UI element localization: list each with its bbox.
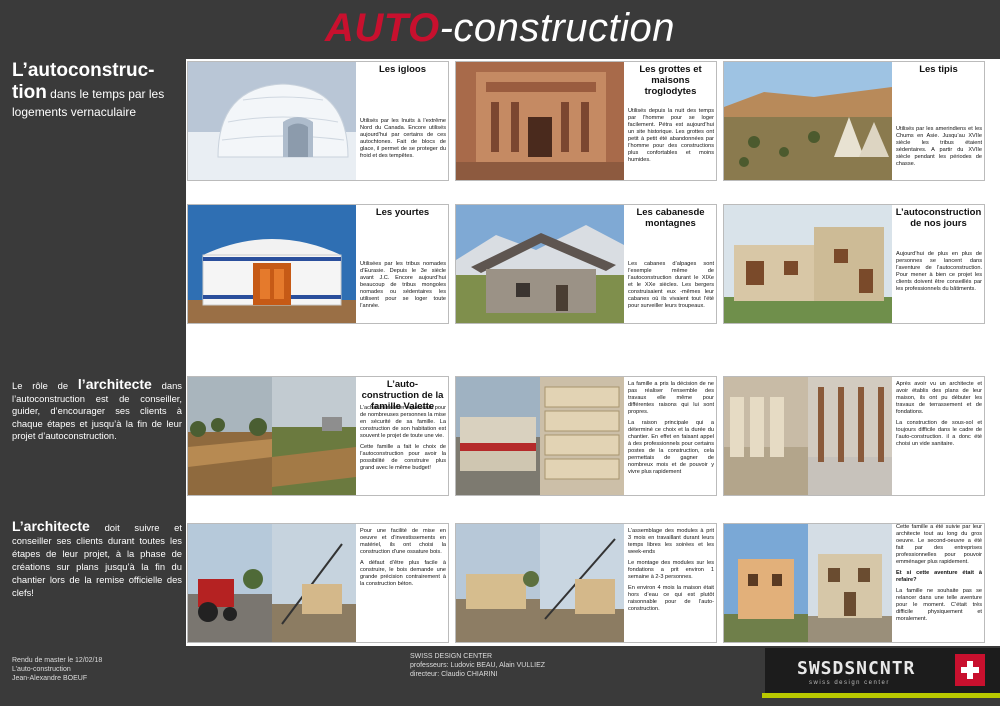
card-suivie: Cette famille a été suivie par leur arch… (723, 523, 985, 643)
grottes-text: Les grottes et maisons troglodytes Utili… (626, 62, 716, 180)
decision-text: La famille a pris la décision de ne pas … (626, 377, 716, 495)
maison-finie-photo (724, 524, 808, 642)
ossature-body: Pour une facilité de mise en oeuvre et d… (360, 528, 446, 592)
footer-director: directeur: Claudio CHIARINI (410, 671, 498, 678)
suivie-p2: La famille ne souhaite pas se relancer d… (896, 588, 982, 622)
role-heading: l’architecte (77, 376, 152, 392)
grottes-title: Les grottes et maisons troglodytes (639, 64, 702, 97)
intro-text: L’autoconstruc-tion dans le temps par le… (12, 60, 182, 120)
camion-photo (456, 377, 540, 495)
igloos-title: Les igloos (379, 64, 426, 75)
grue-photo (272, 524, 356, 642)
modules-bois-photo (540, 377, 624, 495)
maison-moderne-photo (724, 205, 892, 323)
card-valette: L’auto-construction de la famille Valett… (187, 376, 449, 496)
valette-p1: L’achat immobilier représente pour de no… (360, 405, 446, 439)
suivre-text: L’architecte doit suivre et conseiller s… (12, 518, 182, 599)
footer-subject: L’auto-construction (12, 666, 71, 673)
modules-p1: L’assemblage des modules à prit 3 mois e… (628, 528, 714, 555)
cabanes-title: Les cabanesde montagnes (636, 207, 705, 229)
card-tipis: Les tipis Utilisés par les amerindiens e… (723, 61, 985, 181)
ossature-p1: Pour une facilité de mise en oeuvre et d… (360, 528, 446, 555)
nosjours-title: L’autoconstruction de nos jours (895, 207, 982, 229)
tipis-photo (724, 62, 892, 180)
valette-p2: Cette famille a fait le choix de l’autoc… (360, 444, 446, 471)
tipis-text: Les tipis Utilisés par les amerindiens e… (894, 62, 984, 180)
suivie-question: Et si cette aventure était à refaire? (896, 570, 982, 583)
card-yourtes: Les yourtes Utilisées par les tribus nom… (187, 204, 449, 324)
modules-p2: Le montage des modules sur les fondation… (628, 560, 714, 580)
suivie-p1: Cette famille a été suivie par leur arch… (896, 524, 982, 565)
levage-photo (540, 524, 624, 642)
fondations-photo (808, 377, 892, 495)
igloo-photo (188, 62, 356, 180)
terrassement-photo (272, 377, 356, 495)
ossature-text: Pour une facilité de mise en oeuvre et d… (358, 524, 448, 642)
role-pre: Le rôle de (12, 380, 78, 391)
modules-p3: En environ 4 mois la maison était hors d… (628, 585, 714, 612)
card-grottes: Les grottes et maisons troglodytes Utili… (455, 61, 717, 181)
suivie-body: Cette famille a été suivie par leur arch… (896, 524, 982, 627)
footer-author: Jean-Alexandre BOEUF (12, 675, 88, 682)
yourte-photo (188, 205, 356, 323)
footer-professors: professeurs: Ludovic BEAU, Alain VULLIEZ (410, 662, 546, 669)
yourtes-body: Utilisées par les tribus nomades d’Euras… (360, 261, 446, 309)
ossature-p2: A défaut d’être plus facile à construire… (360, 560, 446, 587)
swiss-design-center-logo: SWSDSNCNTR swiss design center (765, 648, 1000, 693)
logo-text: SWSDSNCNTR (797, 658, 916, 679)
igloos-text: Les igloos Utilisés par les Inuits à l’e… (358, 62, 448, 180)
title-accent: AUTO (324, 6, 440, 50)
footer-mid: SWISS DESIGN CENTER professeurs: Ludovic… (410, 652, 545, 679)
footer-school: SWISS DESIGN CENTER (410, 653, 493, 660)
card-travaux: Après avoir vu un architecte et avoir ét… (723, 376, 985, 496)
petra-photo (456, 62, 624, 180)
logo-strip (762, 693, 1000, 698)
card-decision: La famille a pris la décision de ne pas … (455, 376, 717, 496)
grottes-body: Utilisés depuis la nuit des temps par l’… (628, 108, 714, 163)
tracteur-photo (188, 524, 272, 642)
travaux-body: Après avoir vu un architecte et avoir ét… (896, 381, 982, 452)
travaux-p1: Après avoir vu un architecte et avoir ét… (896, 381, 982, 415)
card-nosjours: L’autoconstruction de nos jours Aujourd’… (723, 204, 985, 324)
logo-sub: swiss design center (809, 680, 890, 686)
role-text: Le rôle de l’architecte dans l’autoconst… (12, 376, 182, 443)
atelier-photo (724, 377, 808, 495)
valette-text: L’auto-construction de la famille Valett… (358, 377, 448, 495)
maison-cube-photo (808, 524, 892, 642)
nosjours-body: Aujourd’hui de plus en plus de personnes… (896, 251, 982, 292)
suivre-heading: L’architecte (12, 518, 90, 534)
title-rest: -construction (439, 6, 676, 50)
yourtes-text: Les yourtes Utilisées par les tribus nom… (358, 205, 448, 323)
decision-p2: La raison principale qui a déterminé ce … (628, 420, 714, 475)
footer-left: Rendu de master le 12/02/18 L’auto-const… (12, 656, 102, 683)
card-cabanes: Les cabanesde montagnes Les cabanes d’al… (455, 204, 717, 324)
yourtes-title: Les yourtes (375, 207, 430, 218)
decision-body: La famille a pris la décision de ne pas … (628, 381, 714, 480)
suivre-post: doit suivre et conseiller ses clients du… (12, 522, 182, 598)
cabanes-text: Les cabanesde montagnes Les cabanes d’al… (626, 205, 716, 323)
igloos-body: Utilisés par les Inuits à l’extrême Nord… (360, 118, 446, 159)
cabane-photo (456, 205, 624, 323)
travaux-p2: La construction de sous-sol et toujours … (896, 420, 982, 447)
card-ossature: Pour une facilité de mise en oeuvre et d… (187, 523, 449, 643)
footer-date: Rendu de master le 12/02/18 (12, 657, 103, 664)
swiss-cross-icon (955, 654, 985, 686)
modules-text: L’assemblage des modules à prit 3 mois e… (626, 524, 716, 642)
nosjours-text: L’autoconstruction de nos jours Aujourd’… (894, 205, 984, 323)
travaux-text: Après avoir vu un architecte et avoir ét… (894, 377, 984, 495)
page-title: AUTO-construction (0, 6, 1000, 51)
cabanes-body: Les cabanes d’alpages sont l’exemple mêm… (628, 261, 714, 309)
montage-photo (456, 524, 540, 642)
tipis-title: Les tipis (919, 64, 958, 75)
decision-p1: La famille a pris la décision de ne pas … (628, 381, 714, 415)
card-igloos: Les igloos Utilisés par les Inuits à l’e… (187, 61, 449, 181)
card-modules: L’assemblage des modules à prit 3 mois e… (455, 523, 717, 643)
tipis-body: Utilisés par les amerindiens et les Chum… (896, 126, 982, 167)
valette-body: L’achat immobilier représente pour de no… (360, 405, 446, 476)
terrain-photo (188, 377, 272, 495)
modules-body: L’assemblage des modules à prit 3 mois e… (628, 528, 714, 617)
suivie-text: Cette famille a été suivie par leur arch… (894, 524, 984, 642)
